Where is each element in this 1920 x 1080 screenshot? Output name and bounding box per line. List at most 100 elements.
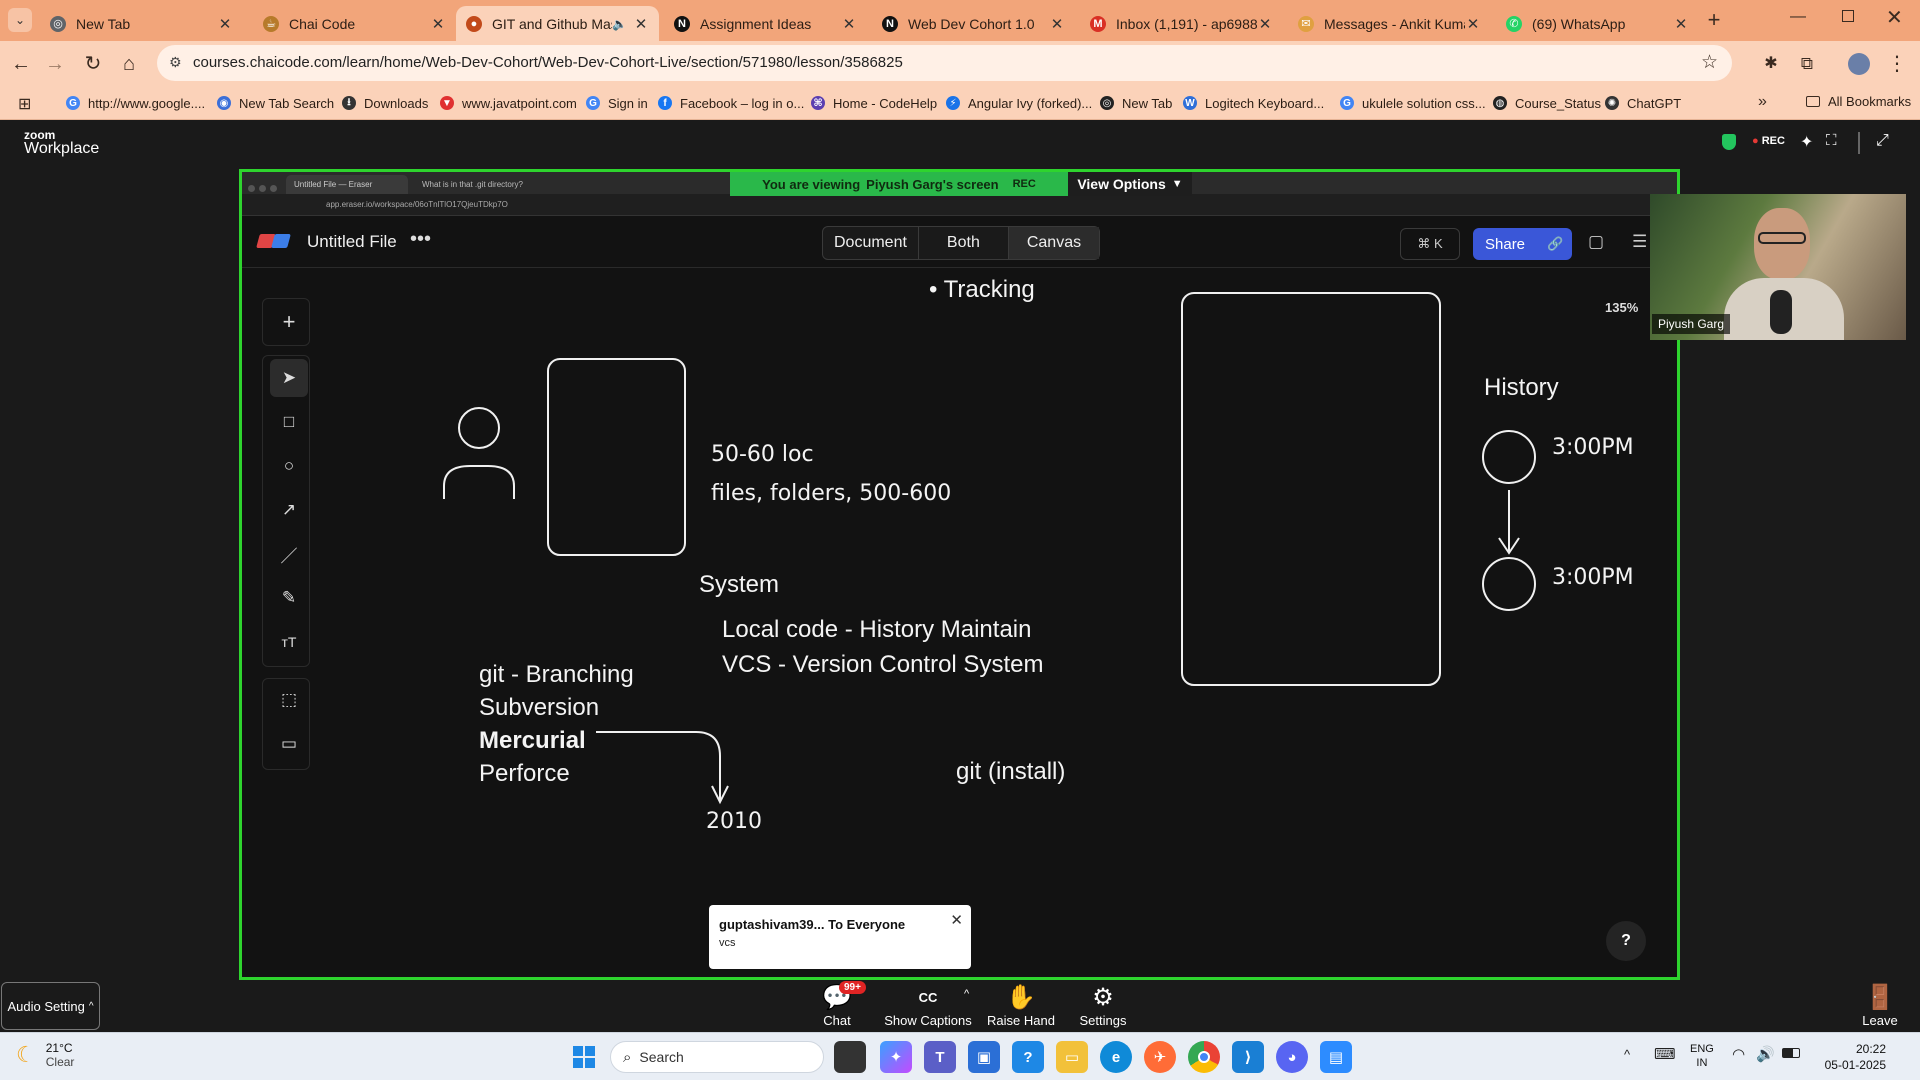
- zoom-top-bar: zoom Workplace ● REC ✦ ⛶ ⤢: [0, 120, 1920, 168]
- store-icon[interactable]: ▣: [968, 1041, 1000, 1073]
- browser-tab[interactable]: ✉ Messages - Ankit Kumar ✕: [1288, 6, 1491, 41]
- browser-tab[interactable]: ✆ (69) WhatsApp ✕: [1496, 6, 1699, 41]
- bookmark-item[interactable]: ✺ ChatGPT: [1605, 93, 1681, 113]
- bookmark-item[interactable]: ◉ New Tab Search: [217, 93, 334, 113]
- copilot-icon[interactable]: ✦: [880, 1041, 912, 1073]
- clock[interactable]: 20:22 05-01-2025: [1820, 1041, 1886, 1073]
- bookmark-item[interactable]: ◍ Course_Status: [1493, 93, 1601, 113]
- sparkle-icon[interactable]: ✦: [1800, 132, 1813, 152]
- home-icon[interactable]: ⌂: [116, 51, 142, 77]
- settings-icon: ⚙: [1092, 984, 1114, 1011]
- captions-chevron-icon[interactable]: ^: [964, 988, 969, 1000]
- language-indicator[interactable]: ENG IN: [1690, 1042, 1714, 1070]
- chat-icon: 💬: [822, 984, 852, 1011]
- browser-menu-icon[interactable]: ⋮: [1884, 51, 1910, 77]
- tab-search-button[interactable]: ⌄: [8, 8, 32, 32]
- volume-icon[interactable]: 🔊: [1756, 1045, 1775, 1063]
- participant-video[interactable]: Piyush Garg: [1650, 194, 1906, 340]
- bookmark-favicon-icon: ◉: [217, 96, 231, 110]
- chat-button[interactable]: 💬 Chat: [791, 983, 883, 1028]
- vscode-icon[interactable]: ⟩: [1232, 1041, 1264, 1073]
- close-tab-icon[interactable]: ✕: [430, 15, 446, 33]
- participant-glasses: [1758, 232, 1806, 244]
- chat-notification[interactable]: guptashivam39... To Everyone vcs ✕: [709, 905, 971, 969]
- raise-hand-button[interactable]: ✋ Raise Hand: [975, 983, 1067, 1028]
- bookmark-item[interactable]: G Sign in: [586, 93, 648, 113]
- bookmark-star-icon[interactable]: ☆: [1701, 51, 1718, 74]
- more-bookmarks-icon[interactable]: »: [1758, 93, 1767, 111]
- reload-icon[interactable]: ↻: [80, 51, 106, 77]
- browser-tab[interactable]: M Inbox (1,191) - ap69886@✕: [1080, 6, 1283, 41]
- browser-tab[interactable]: ☕ Chai Code ✕: [253, 6, 456, 41]
- close-chat-popup-icon[interactable]: ✕: [950, 911, 963, 929]
- encryption-shield-icon[interactable]: [1722, 134, 1736, 150]
- recording-indicator[interactable]: ● REC: [1752, 135, 1785, 147]
- start-windows-icon[interactable]: [568, 1041, 600, 1073]
- bookmark-item[interactable]: ◎ New Tab: [1100, 93, 1172, 113]
- bookmark-item[interactable]: ▼ www.javatpoint.com: [440, 93, 577, 113]
- bookmark-item[interactable]: W Logitech Keyboard...: [1183, 93, 1324, 113]
- bookmark-item[interactable]: f Facebook – log in o...: [658, 93, 804, 113]
- discord-icon[interactable]: ◕: [1276, 1041, 1308, 1073]
- back-icon[interactable]: ←: [8, 51, 34, 77]
- bookmark-item[interactable]: Gukulele solution css...: [1340, 93, 1486, 113]
- keyboard-icon[interactable]: ⌨: [1654, 1045, 1676, 1063]
- address-bar[interactable]: ⚙ courses.chaicode.com/learn/home/Web-De…: [157, 45, 1732, 81]
- close-tab-icon[interactable]: ✕: [633, 15, 649, 33]
- browser-tab[interactable]: N Assignment Ideas ✕: [664, 6, 867, 41]
- close-tab-icon[interactable]: ✕: [217, 15, 233, 33]
- browser-tab[interactable]: N Web Dev Cohort 1.0 ✕: [872, 6, 1075, 41]
- fullscreen-icon[interactable]: ⤢: [1876, 132, 1889, 150]
- close-window-icon[interactable]: ✕: [1886, 5, 1903, 30]
- battery-icon[interactable]: [1782, 1048, 1800, 1058]
- extension-bug-icon[interactable]: ✱: [1758, 51, 1784, 77]
- canvas-zoom-level[interactable]: 135%: [1605, 300, 1638, 315]
- leave-button[interactable]: 🚪 Leave: [1834, 983, 1920, 1028]
- wifi-icon[interactable]: ◠: [1732, 1045, 1745, 1063]
- chrome-taskbar-icon[interactable]: [1188, 1041, 1220, 1073]
- extensions-icon[interactable]: ⧉: [1794, 51, 1820, 77]
- whatsapp-icon: ✆: [1506, 15, 1522, 32]
- control-label: Show Captions: [884, 1013, 972, 1028]
- show-captions-button[interactable]: CC Show Captions: [882, 983, 974, 1028]
- bookmark-item[interactable]: ⌘ Home - CodeHelp: [811, 93, 937, 113]
- minimize-icon[interactable]: —: [1790, 8, 1806, 26]
- task-view-icon[interactable]: [834, 1041, 866, 1073]
- help-button[interactable]: ?: [1606, 921, 1646, 961]
- file-explorer-icon[interactable]: ▭: [1056, 1041, 1088, 1073]
- close-tab-icon[interactable]: ✕: [1673, 15, 1689, 33]
- bookmark-favicon-icon: ◎: [1100, 96, 1114, 110]
- bookmark-item[interactable]: Ghttp://www.google....: [66, 93, 205, 113]
- help-app-icon[interactable]: ?: [1012, 1041, 1044, 1073]
- browser-tab[interactable]: ● GIT and Github Maste🔈 ✕: [456, 6, 659, 41]
- weather-widget[interactable]: ☾ 21°C Clear: [16, 1041, 74, 1069]
- all-bookmarks-label: All Bookmarks: [1828, 94, 1912, 109]
- close-tab-icon[interactable]: ✕: [841, 15, 857, 33]
- all-bookmarks-folder[interactable]: All Bookmarks: [1806, 94, 1911, 109]
- new-tab-button[interactable]: +: [1702, 8, 1726, 32]
- chevron-up-icon: ^: [88, 1000, 94, 1012]
- audio-playing-icon[interactable]: 🔈: [612, 17, 627, 31]
- participant-name: Piyush Garg: [1658, 317, 1725, 331]
- tray-chevron-icon[interactable]: ^: [1624, 1047, 1630, 1062]
- close-tab-icon[interactable]: ✕: [1465, 15, 1481, 33]
- restore-icon[interactable]: [1842, 10, 1854, 22]
- teams-icon[interactable]: T: [924, 1041, 956, 1073]
- profile-avatar[interactable]: [1848, 53, 1870, 75]
- forward-icon[interactable]: →: [42, 51, 68, 77]
- close-tab-icon[interactable]: ✕: [1049, 15, 1065, 33]
- audio-setting-button[interactable]: Audio Setting ^: [1, 982, 100, 1030]
- close-tab-icon[interactable]: ✕: [1257, 15, 1273, 33]
- bookmark-item[interactable]: ⚡ Angular Ivy (forked)...: [946, 93, 1092, 113]
- browser-tab-label: New Tab: [76, 15, 131, 32]
- postman-icon[interactable]: ✈: [1144, 1041, 1176, 1073]
- site-info-icon[interactable]: ⚙: [169, 54, 182, 71]
- edge-icon[interactable]: e: [1100, 1041, 1132, 1073]
- focus-view-icon[interactable]: ⛶: [1826, 132, 1837, 149]
- bookmark-item[interactable]: ⭳ Downloads: [342, 93, 428, 113]
- browser-tab[interactable]: ◎ New Tab ✕: [40, 6, 243, 41]
- settings-button[interactable]: ⚙ Settings: [1057, 983, 1149, 1028]
- zoom-taskbar-icon[interactable]: ▤: [1320, 1041, 1352, 1073]
- apps-icon[interactable]: ⊞: [18, 94, 31, 114]
- taskbar-search[interactable]: ⌕ Search: [610, 1041, 824, 1073]
